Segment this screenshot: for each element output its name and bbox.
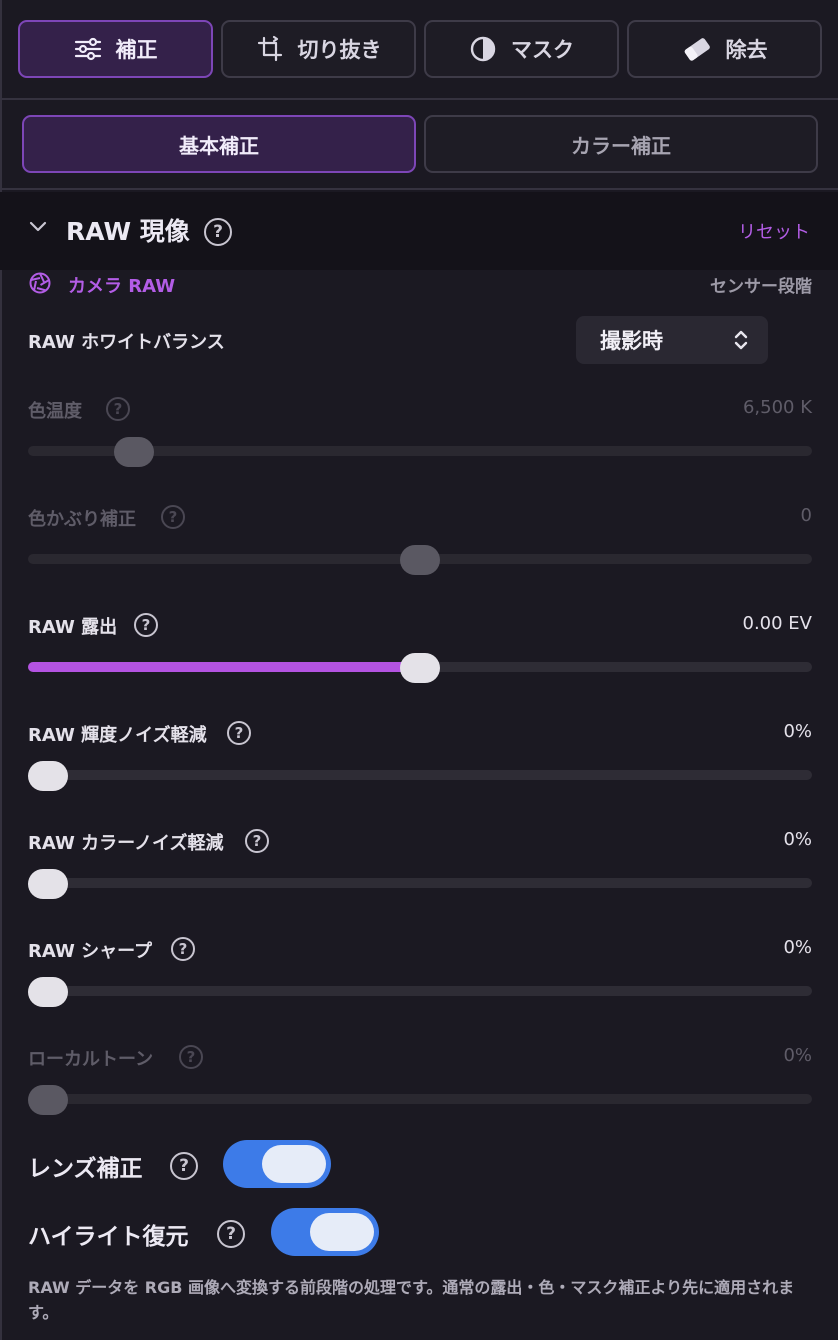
toggle-row-lens: レンズ補正 ? — [28, 1140, 338, 1190]
slider-track[interactable] — [28, 1094, 812, 1104]
slider-track[interactable] — [28, 878, 812, 888]
toggle-label: レンズ補正 — [28, 1156, 143, 1182]
help-icon[interactable]: ? — [179, 1045, 203, 1069]
slider-tint: 色かぶり補正 ? 0 — [28, 505, 812, 595]
reset-button[interactable]: リセット — [738, 218, 810, 244]
slider-label: RAW シャープ — [28, 941, 153, 962]
camera-raw-row: カメラ RAW センサー段階 — [28, 270, 812, 298]
chevron-down-icon — [29, 221, 47, 232]
tab-basic[interactable]: 基本補正 — [22, 115, 416, 173]
toggle-knob — [310, 1213, 374, 1251]
tab-adjust-label: 補正 — [115, 38, 158, 62]
slider-color-temperature: 色温度 ? 6,500 K — [28, 397, 812, 487]
tab-adjust[interactable]: 補正 — [18, 20, 213, 78]
slider-thumb[interactable] — [28, 869, 68, 899]
slider-label: 色温度 — [28, 401, 82, 422]
tab-remove-label: 除去 — [725, 38, 768, 62]
slider-raw-sharpen: RAW シャープ ? 0% — [28, 937, 812, 1027]
camera-raw-label: カメラ RAW — [68, 276, 176, 297]
slider-label: ローカルトーン — [28, 1049, 154, 1070]
help-icon[interactable]: ? — [204, 218, 232, 246]
slider-value: 0 — [800, 505, 812, 526]
help-icon[interactable]: ? — [245, 829, 269, 853]
section-header[interactable]: RAW 現像 ? リセット — [0, 192, 838, 270]
slider-thumb[interactable] — [400, 545, 440, 575]
toggle-row-highlight: ハイライト復元 ? — [28, 1208, 388, 1258]
slider-value: 6,500 K — [742, 397, 812, 418]
slider-label: RAW カラーノイズ軽減 — [28, 833, 224, 854]
divider — [0, 188, 838, 190]
white-balance-value: 撮影時 — [600, 329, 663, 353]
footnote: RAW データを RGB 画像へ変換する前段階の処理です。通常の露出・色・マスク… — [28, 1278, 795, 1322]
slider-value: 0.00 EV — [742, 613, 813, 634]
section-title: RAW 現像 — [66, 217, 190, 246]
slider-fill — [28, 662, 420, 672]
eraser-icon — [684, 38, 710, 61]
sliders-icon — [74, 37, 101, 61]
slider-thumb[interactable] — [28, 1085, 68, 1115]
tab-color[interactable]: カラー補正 — [424, 115, 818, 173]
slider-value: 0% — [783, 937, 812, 958]
contrast-icon — [470, 36, 496, 62]
white-balance-label: RAW ホワイトバランス — [28, 332, 225, 353]
tab-crop[interactable]: 切り抜き — [221, 20, 416, 78]
tab-mask-label: マスク — [511, 38, 574, 62]
chevron-updown-icon — [734, 330, 748, 350]
help-icon[interactable]: ? — [227, 721, 251, 745]
toggle-label: ハイライト復元 — [28, 1224, 189, 1250]
slider-thumb[interactable] — [28, 977, 68, 1007]
tab-crop-label: 切り抜き — [297, 38, 382, 62]
help-icon[interactable]: ? — [217, 1220, 245, 1248]
white-balance-select[interactable]: 撮影時 — [576, 316, 768, 364]
slider-track[interactable] — [28, 770, 812, 780]
help-icon[interactable]: ? — [171, 937, 195, 961]
slider-luma-noise: RAW 輝度ノイズ軽減 ? 0% — [28, 721, 812, 811]
highlight-recovery-toggle[interactable] — [271, 1208, 379, 1256]
slider-color-noise: RAW カラーノイズ軽減 ? 0% — [28, 829, 812, 919]
tab-remove[interactable]: 除去 — [627, 20, 822, 78]
tab-mask[interactable]: マスク — [424, 20, 619, 78]
slider-thumb[interactable] — [113, 437, 154, 467]
help-icon[interactable]: ? — [134, 613, 158, 637]
slider-local-tone: ローカルトーン ? 0% — [28, 1045, 812, 1135]
crop-icon — [257, 35, 282, 62]
slider-value: 0% — [783, 721, 812, 742]
slider-label: RAW 輝度ノイズ軽減 — [28, 725, 207, 746]
help-icon[interactable]: ? — [106, 397, 130, 421]
slider-value: 0% — [783, 829, 812, 850]
slider-thumb[interactable] — [28, 761, 68, 791]
slider-thumb[interactable] — [400, 653, 440, 683]
help-icon[interactable]: ? — [170, 1152, 198, 1180]
slider-value: 0% — [783, 1045, 812, 1066]
slider-label: RAW 露出 — [28, 617, 118, 638]
slider-track[interactable] — [28, 986, 812, 996]
slider-raw-exposure: RAW 露出 ? 0.00 EV — [28, 613, 812, 703]
aperture-icon — [29, 272, 51, 294]
sensor-stage-label: センサー段階 — [710, 277, 812, 297]
toggle-knob — [262, 1145, 326, 1183]
slider-label: 色かぶり補正 — [28, 509, 136, 530]
tool-tabs: 補正 切り抜き マスク 除去 — [18, 20, 822, 80]
lens-correction-toggle[interactable] — [223, 1140, 331, 1188]
help-icon[interactable]: ? — [161, 505, 185, 529]
sub-tabs: 基本補正 カラー補正 — [22, 115, 818, 173]
divider — [0, 98, 838, 100]
